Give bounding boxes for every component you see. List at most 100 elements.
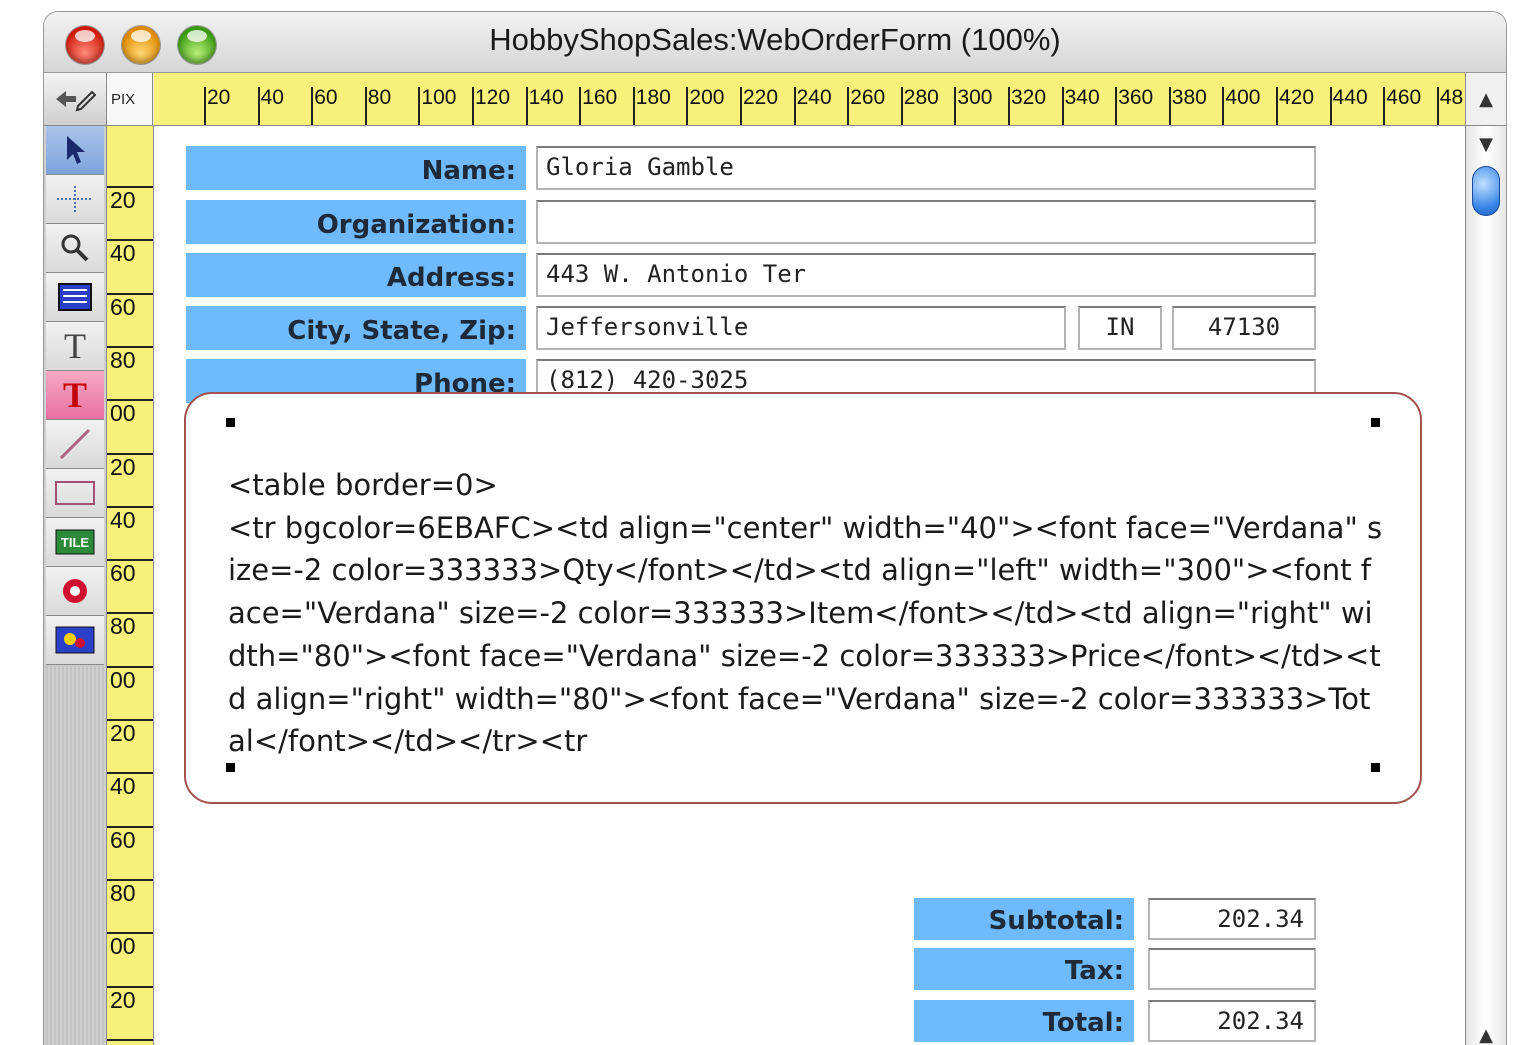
scroll-up-arrow-bottom[interactable]: ▲ [1466,1025,1506,1045]
ruler-tick-label: 300 [954,87,992,125]
ruler-tick-label: 260 [847,87,885,125]
city-state-zip-label: City, State, Zip: [186,306,526,350]
ruler-tick-label: 80 [364,87,391,125]
arrow-pencil-icon [56,90,96,112]
line-icon [59,428,91,460]
name-label: Name: [186,146,526,190]
scroll-up-arrow[interactable]: ▲ [1465,73,1506,125]
city-field[interactable]: Jeffersonville [536,306,1066,350]
form-canvas: Name: Gloria Gamble Organization: Addres… [154,126,1466,1045]
html-source-text: <table border=0> <tr bgcolor=6EBAFC><td … [228,468,1383,759]
ruler-tick-label: 20 [107,719,153,745]
toggle-graphics-mode-button[interactable] [44,73,107,125]
ruler-tick-label: 320 [1008,87,1046,125]
image-tool[interactable] [46,616,104,665]
subtotal-field[interactable]: 202.34 [1148,898,1316,940]
rectangle-icon [55,481,95,505]
ruler-tick-label: 40 [257,87,284,125]
ruler-tick-label: 400 [1222,87,1260,125]
ruler-tick-label: 20 [107,186,153,212]
button-tool[interactable] [46,567,104,616]
align-tool[interactable] [46,175,104,224]
scroll-thumb[interactable] [1472,166,1500,216]
organization-field[interactable] [536,200,1316,244]
zoom-tool[interactable] [46,224,104,273]
ruler-tick-label: 100 [418,87,456,125]
magnifier-icon [61,234,89,262]
rectangle-tool[interactable] [46,469,104,518]
zip-field[interactable]: 47130 [1172,306,1316,350]
ruler-tick-label: 00 [107,665,153,692]
address-field[interactable]: 443 W. Antonio Ter [536,253,1316,297]
letter-t-icon: T [64,326,86,366]
ruler-tick-label: 80 [107,612,153,638]
tool-palette: T T TILE [44,126,107,1045]
tile-tool[interactable]: TILE [46,518,104,567]
pointer-arrow-icon [67,136,85,164]
ruler-tick-label: 440 [1329,87,1368,125]
ruler-tick-label: 80 [107,878,153,905]
picture-icon [55,626,95,654]
ruler-tick-label: 40 [107,1038,153,1045]
ruler-unit-label: PIX [107,73,153,125]
ruler-tick-label: 200 [686,87,724,125]
text-tool[interactable]: T [46,322,104,371]
ruler-tick-label: 60 [107,825,153,852]
crosshair-icon [57,186,93,212]
resize-handle-bottom-left[interactable] [226,763,235,772]
window: HobbyShopSales:WebOrderForm (100%) PIX 2… [44,12,1506,1045]
vertical-scrollbar[interactable]: ▼ ▲ [1465,126,1506,1045]
data-field-tool[interactable] [46,273,104,322]
ruler-tick-label: 160 [579,87,617,125]
resize-handle-top-left[interactable] [226,418,235,427]
arrow-down-icon: ▼ [1479,134,1493,155]
tile-icon: TILE [55,529,95,555]
state-field[interactable]: IN [1078,306,1162,350]
ruler-tick-label: 460 [1383,87,1421,125]
ruler-tick-label: 340 [1061,87,1100,125]
ruler-tick-label: 20 [107,452,153,479]
ruler-tick-label: 280 [900,87,939,125]
tax-field[interactable] [1148,948,1316,990]
ruler-tick-label: 60 [107,559,153,585]
ruler-tick-label: 20 [107,985,153,1012]
ruler-tick-label: 220 [740,87,778,125]
ruler-tick-label: 380 [1168,87,1207,125]
ruler-tick-label: 00 [107,932,153,958]
ruler-tick-label: 240 [793,87,832,125]
push-button-icon [63,579,87,603]
text-field-tool[interactable]: T [46,371,104,420]
total-field[interactable]: 202.34 [1148,1000,1316,1042]
ruler-tick-label: 40 [107,505,153,532]
title-bar[interactable]: HobbyShopSales:WebOrderForm (100%) [44,12,1506,73]
ruler-tick-label: 40 [107,239,153,265]
ruler-tick-label: 140 [525,87,564,125]
total-label: Total: [914,1000,1134,1042]
arrow-up-icon: ▲ [1479,1025,1493,1045]
data-field-icon [58,283,92,311]
ruler-row: PIX 20 40 60 80 100 120 140 160 180 200 220 240 260 2… [44,73,1506,126]
window-title: HobbyShopSales:WebOrderForm (100%) [489,22,1061,57]
ruler-tick-label: 48 [1436,87,1463,125]
name-field[interactable]: Gloria Gamble [536,146,1316,190]
ruler-tick-label: 20 [204,87,230,125]
resize-handle-bottom-right[interactable] [1371,763,1380,772]
horizontal-ruler: 20 40 60 80 100 120 140 160 180 200 220 240 260 280 30… [154,73,1466,125]
ruler-tick-label: 180 [632,87,671,125]
ruler-tick-label: 40 [107,772,153,798]
organization-label: Organization: [186,200,526,244]
ruler-tick-label: 120 [472,87,510,125]
ruler-tick-label: 60 [107,292,153,319]
svg-text:TILE: TILE [61,535,89,550]
ruler-tick-label: 420 [1276,87,1314,125]
arrow-up-icon: ▲ [1479,88,1493,110]
ruler-tick-label: 00 [107,399,153,425]
line-tool[interactable] [46,420,104,469]
scroll-down-arrow[interactable]: ▼ [1466,134,1506,155]
red-letter-t-icon: T [62,375,87,415]
ruler-tick-label: 60 [311,87,338,125]
resize-handle-top-right[interactable] [1371,418,1380,427]
pointer-tool[interactable] [46,126,104,175]
vertical-ruler: 20 40 60 80 00 20 40 60 80 00 20 40 60 80 00 20 40 [107,126,154,1045]
subtotal-label: Subtotal: [914,898,1134,940]
